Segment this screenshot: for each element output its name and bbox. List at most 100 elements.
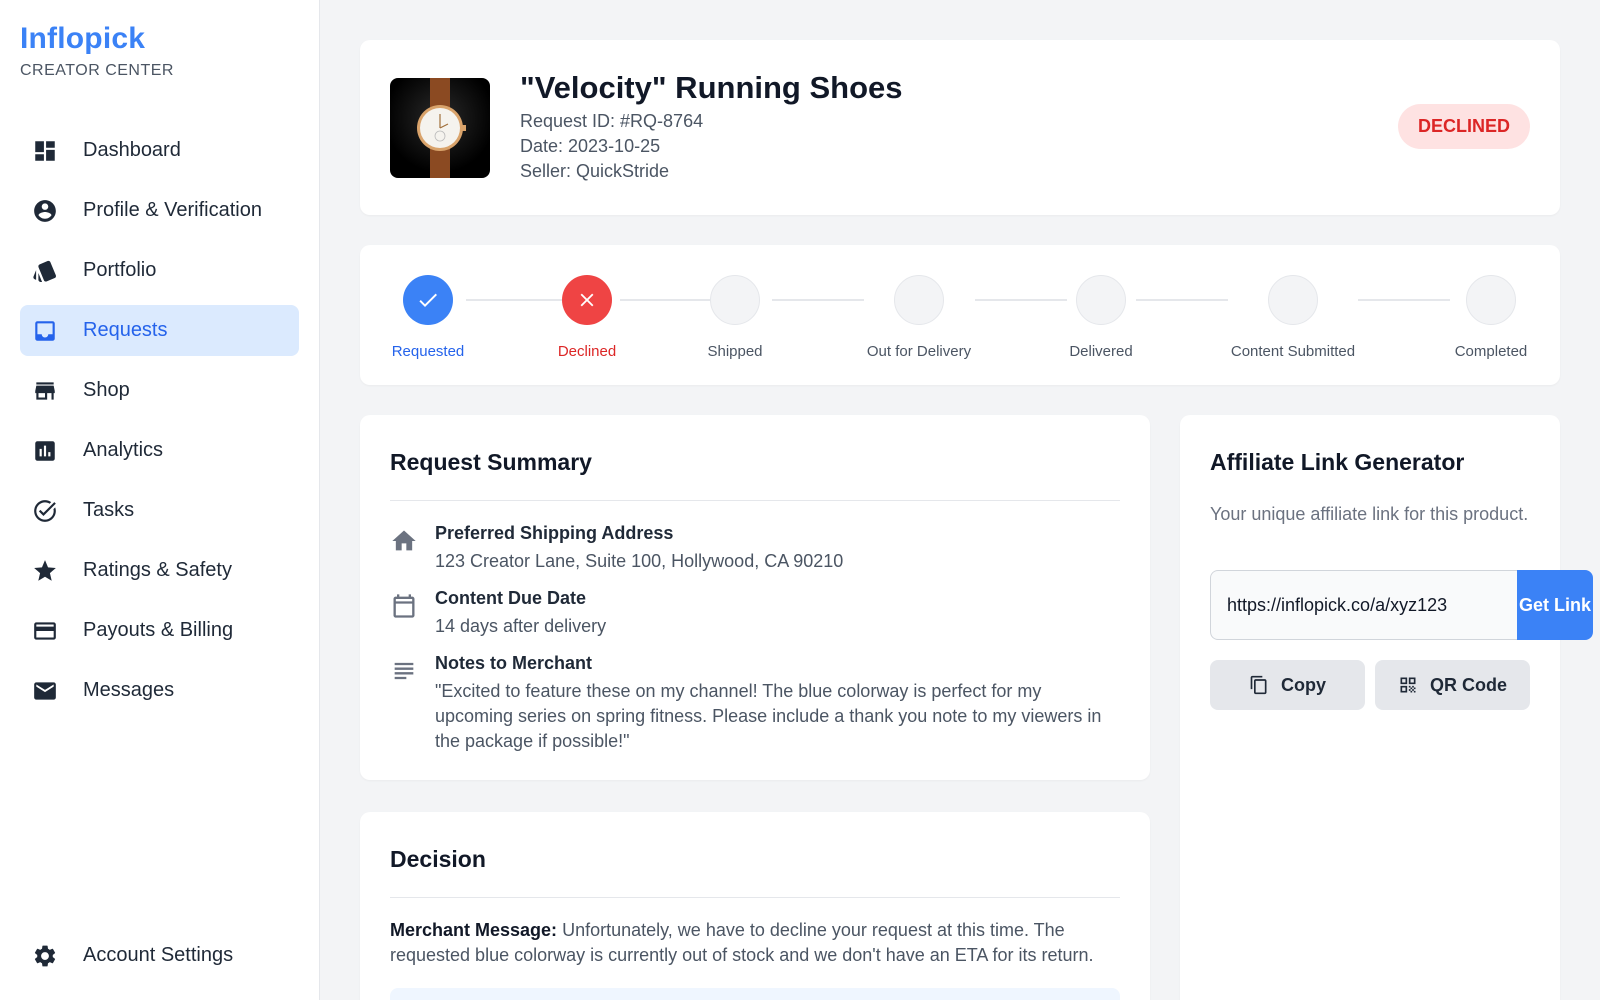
sidebar-item-ratings[interactable]: Ratings & Safety [20,545,299,596]
sidebar-item-messages[interactable]: Messages [20,665,299,716]
notes-row: Notes to Merchant "Excited to feature th… [390,653,1120,754]
sidebar-item-label: Account Settings [83,944,234,966]
request-id: Request ID: #RQ-8764 [520,111,704,131]
shipping-address-value: 123 Creator Lane, Suite 100, Hollywood, … [435,551,844,571]
star-icon [31,557,59,585]
sidebar-item-label: Portfolio [83,259,157,281]
decision-card: Decision Merchant Message: Unfortunately… [360,812,1150,1000]
sidebar-item-label: Profile & Verification [83,199,262,221]
sidebar-item-label: Requests [83,319,168,341]
sidebar-item-analytics[interactable]: Analytics [20,425,299,476]
sidebar-item-label: Ratings & Safety [83,559,232,581]
merchant-message-label: Merchant Message: [390,920,558,940]
notes-icon [390,653,420,754]
affiliate-title: Affiliate Link Generator [1210,449,1465,475]
product-title: "Velocity" Running Shoes [520,70,903,105]
progress-tracker: Requested Declined Shipped Out for Deliv… [360,245,1560,385]
notes-label: Notes to Merchant [435,653,593,673]
shipping-address-row: Preferred Shipping Address 123 Creator L… [390,523,1120,574]
notes-value: "Excited to feature these on my channel!… [435,681,1102,751]
sidebar-item-portfolio[interactable]: Portfolio [20,245,299,296]
decision-info-box [390,988,1120,1000]
progress-step-shipped: Shipped [705,275,765,360]
storefront-icon [31,377,59,405]
progress-step-declined: Declined [552,275,622,360]
status-badge: DECLINED [1397,104,1530,149]
portfolio-icon [31,257,59,285]
sidebar-item-profile[interactable]: Profile & Verification [20,185,299,236]
progress-connector [466,299,562,301]
step-circle [1466,275,1516,325]
step-label: Declined [557,343,617,360]
sidebar-item-label: Analytics [83,439,164,461]
decision-title: Decision [390,846,486,872]
summary-title: Request Summary [390,449,592,475]
progress-step-content-submitted: Content Submitted [1227,275,1359,360]
step-label: Requested [391,343,465,360]
check-circle-icon [31,497,59,525]
copy-icon [1250,675,1267,695]
merchant-message: Merchant Message: Unfortunately, we have… [390,918,1120,968]
content-due-label: Content Due Date [435,588,587,608]
calendar-icon [390,588,420,639]
sidebar-item-label: Payouts & Billing [83,619,234,641]
sidebar-item-requests[interactable]: Requests [20,305,299,356]
get-link-button[interactable]: Get Link [1517,570,1593,640]
qr-code-label: QR Code [1429,674,1507,695]
content-due-value: 14 days after delivery [435,616,607,636]
inbox-icon [31,317,59,345]
step-label: Delivered [1069,343,1133,360]
progress-step-completed: Completed [1452,275,1530,360]
qr-code-icon [1400,677,1416,693]
step-label: Out for Delivery [866,343,972,360]
sidebar-item-shop[interactable]: Shop [20,365,299,416]
step-circle [1076,275,1126,325]
progress-step-out-for-delivery: Out for Delivery [863,275,975,360]
seller-name: Seller: QuickStride [520,161,670,181]
dashboard-icon [31,137,59,165]
step-circle [1268,275,1318,325]
brand: Inflopick CREATOR CENTER [20,22,174,80]
step-circle [710,275,760,325]
step-label: Content Submitted [1230,343,1356,360]
product-image [390,78,490,178]
brand-subtitle: CREATOR CENTER [20,62,174,79]
divider [390,897,1120,898]
step-circle [894,275,944,325]
sidebar-nav: Dashboard Profile & Verification Portfol… [20,125,299,725]
sidebar-item-dashboard[interactable]: Dashboard [20,125,299,176]
copy-button[interactable]: Copy [1210,660,1365,710]
sidebar-item-payouts[interactable]: Payouts & Billing [20,605,299,656]
close-icon [562,275,612,325]
request-header-card: "Velocity" Running Shoes Request ID: #RQ… [360,40,1560,215]
sidebar-item-tasks[interactable]: Tasks [20,485,299,536]
sidebar: Inflopick CREATOR CENTER Dashboard Profi… [0,0,320,1000]
progress-step-delivered: Delivered [1065,275,1137,360]
sidebar-bottom: Account Settings [20,930,299,990]
account-circle-icon [31,197,59,225]
affiliate-link-input[interactable]: https://inflopick.co/a/xyz123 [1210,570,1518,640]
sidebar-item-label: Dashboard [83,139,181,161]
progress-connector [620,299,718,301]
content-due-row: Content Due Date 14 days after delivery [390,588,1120,639]
brand-name[interactable]: Inflopick [20,22,174,56]
gear-icon [31,942,59,970]
divider [390,500,1120,501]
copy-label: Copy [1281,674,1326,695]
step-label: Completed [1454,343,1528,360]
sidebar-item-label: Messages [83,679,175,701]
home-icon [390,523,420,574]
progress-step-requested: Requested [390,275,466,360]
sidebar-item-label: Tasks [83,499,135,521]
sidebar-item-label: Shop [83,379,130,401]
progress-connector [1358,299,1450,301]
shipping-address-label: Preferred Shipping Address [435,523,674,543]
request-date: Date: 2023-10-25 [520,136,661,156]
affiliate-description: Your unique affiliate link for this prod… [1210,504,1529,524]
progress-connector [772,299,864,301]
qr-code-button[interactable]: QR Code [1375,660,1530,710]
check-icon [403,275,453,325]
sidebar-item-account-settings[interactable]: Account Settings [20,930,299,981]
progress-connector [975,299,1067,301]
affiliate-link-card: Affiliate Link Generator Your unique aff… [1180,415,1593,1000]
